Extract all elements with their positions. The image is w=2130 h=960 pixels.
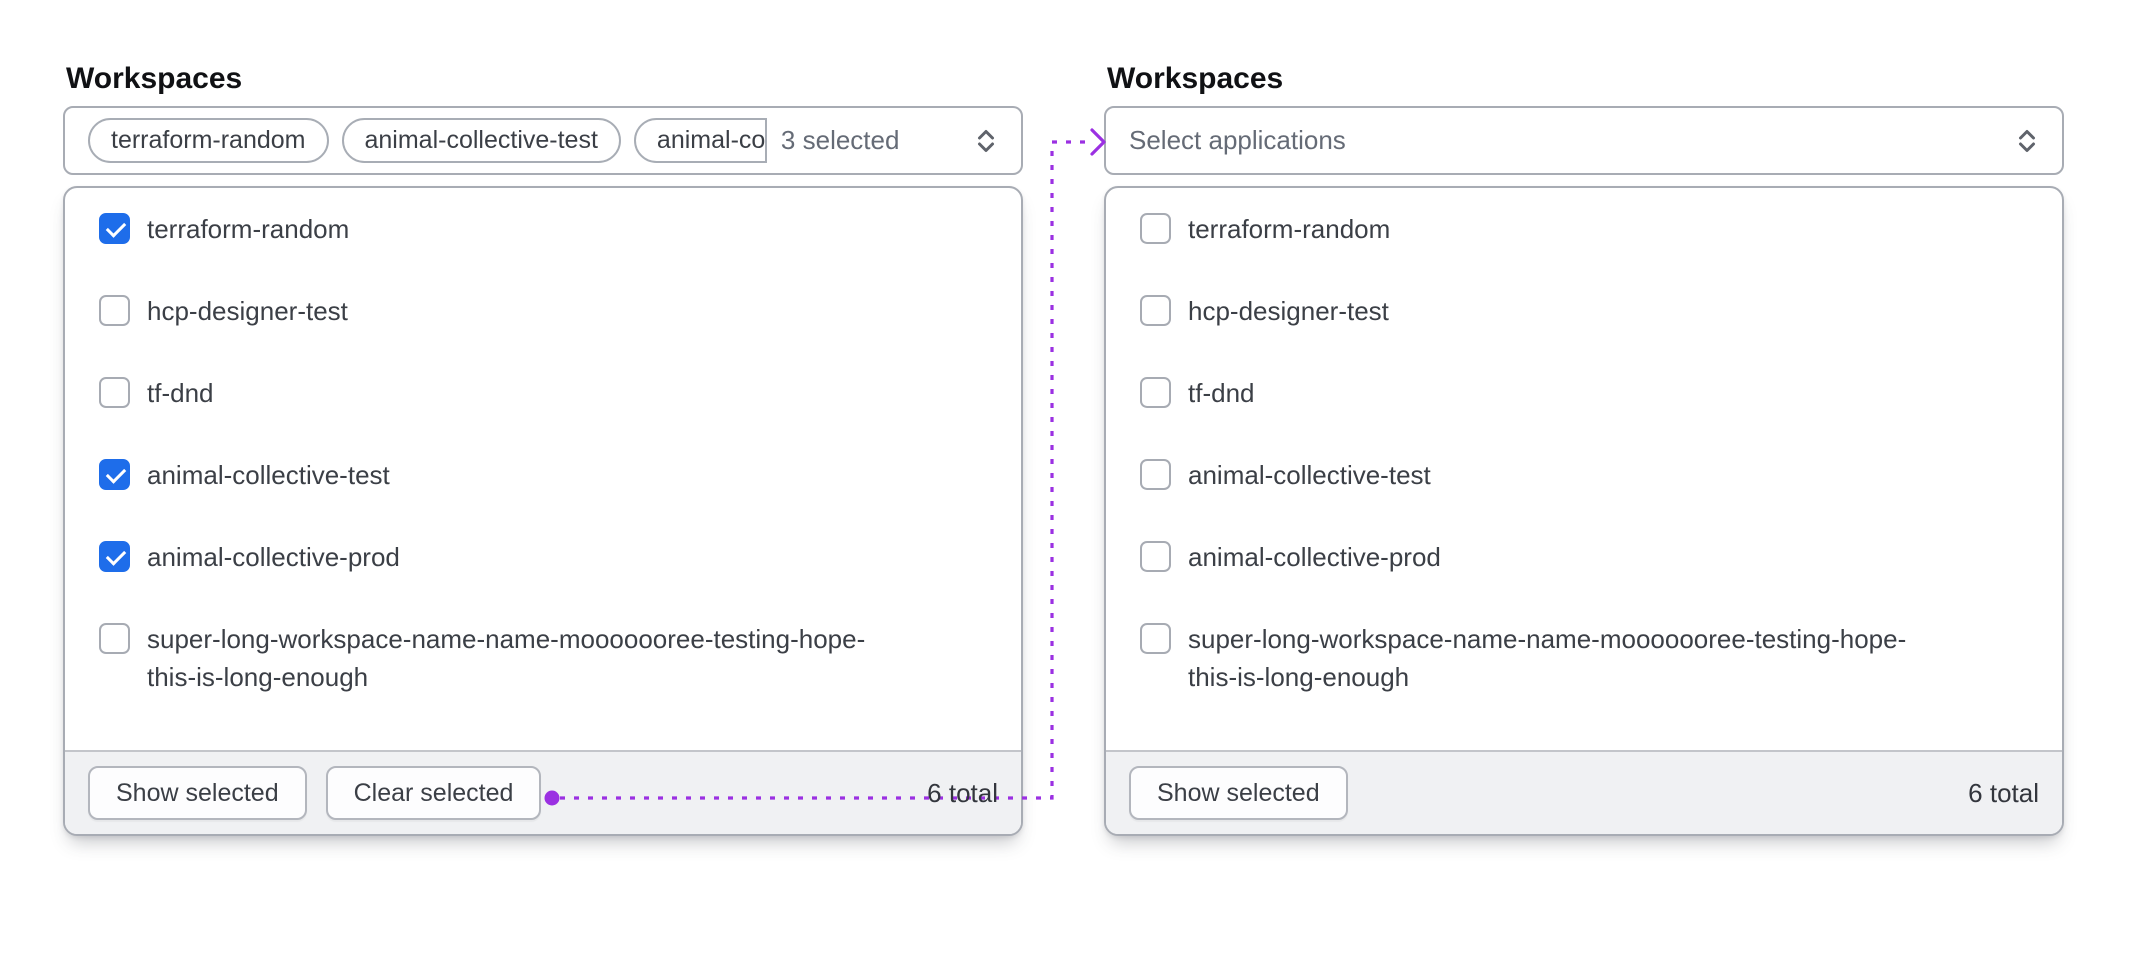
connector-arrowhead (1092, 130, 1104, 154)
checkbox[interactable] (99, 541, 130, 572)
checkbox[interactable] (1140, 295, 1171, 326)
option-row[interactable]: tf-dnd (65, 352, 1021, 434)
multiselect-dropdown-right: terraform-random hcp-designer-test tf-dn… (1104, 186, 2064, 836)
dropdown-footer: Show selected 6 total (1106, 750, 2062, 834)
multiselect-dropdown-left: terraform-random hcp-designer-test tf-dn… (63, 186, 1023, 836)
selected-pill[interactable]: terraform-random (88, 118, 329, 163)
checkbox[interactable] (1140, 213, 1171, 244)
show-selected-button[interactable]: Show selected (1129, 766, 1348, 820)
option-label: terraform-random (1188, 210, 1390, 248)
checkbox[interactable] (99, 623, 130, 654)
option-label: animal-collective-prod (1188, 538, 1441, 576)
checkbox[interactable] (1140, 377, 1171, 408)
workspaces-label-right: Workspaces (1107, 62, 1283, 96)
option-label: tf-dnd (1188, 374, 1255, 412)
option-label: animal-collective-test (147, 456, 390, 494)
options-list: terraform-random hcp-designer-test tf-dn… (1106, 188, 2062, 750)
selected-count-text: 3 selected (781, 125, 900, 156)
option-label: tf-dnd (147, 374, 214, 412)
option-row[interactable]: hcp-designer-test (1106, 270, 2062, 352)
option-row[interactable]: animal-collective-prod (65, 516, 1021, 598)
multiselect-trigger-right[interactable]: Select applications (1104, 106, 2064, 175)
checkbox[interactable] (1140, 459, 1171, 490)
clear-selected-button[interactable]: Clear selected (326, 766, 542, 820)
workspaces-label-left: Workspaces (66, 62, 242, 96)
option-row[interactable]: animal-collective-test (1106, 434, 2062, 516)
option-label: super-long-workspace-name-name-moooooore… (1188, 620, 1938, 696)
checkbox[interactable] (99, 295, 130, 326)
page: Workspaces terraform-random animal-colle… (0, 0, 2130, 960)
option-row[interactable]: super-long-workspace-name-name-moooooore… (65, 598, 1021, 696)
option-label: animal-collective-prod (147, 538, 400, 576)
option-label: terraform-random (147, 210, 349, 248)
checkbox[interactable] (99, 459, 130, 490)
option-row[interactable]: terraform-random (1106, 188, 2062, 270)
option-row[interactable]: tf-dnd (1106, 352, 2062, 434)
checkbox[interactable] (99, 377, 130, 408)
chevron-up-down-icon (2012, 126, 2042, 156)
option-row[interactable]: animal-collective-test (65, 434, 1021, 516)
option-row[interactable]: super-long-workspace-name-name-moooooore… (1106, 598, 2062, 696)
placeholder-text: Select applications (1129, 125, 1346, 156)
option-label: animal-collective-test (1188, 456, 1431, 494)
show-selected-button[interactable]: Show selected (88, 766, 307, 820)
selected-pill[interactable]: animal-collective-test (342, 118, 621, 163)
checkbox[interactable] (1140, 541, 1171, 572)
option-label: hcp-designer-test (1188, 292, 1389, 330)
option-row[interactable]: animal-collective-prod (1106, 516, 2062, 598)
checkbox[interactable] (1140, 623, 1171, 654)
total-count-text: 6 total (927, 778, 998, 809)
selected-pill-truncated-label: animal-collective-prod (636, 126, 767, 155)
chevron-up-down-icon (971, 126, 1001, 156)
option-label: hcp-designer-test (147, 292, 348, 330)
dropdown-footer: Show selected Clear selected 6 total (65, 750, 1021, 834)
option-row[interactable]: terraform-random (65, 188, 1021, 270)
option-row[interactable]: hcp-designer-test (65, 270, 1021, 352)
options-list: terraform-random hcp-designer-test tf-dn… (65, 188, 1021, 750)
selected-pill-truncated[interactable]: animal-collective-prod (634, 118, 767, 163)
total-count-text: 6 total (1968, 778, 2039, 809)
checkbox[interactable] (99, 213, 130, 244)
option-label: super-long-workspace-name-name-moooooore… (147, 620, 897, 696)
multiselect-trigger-left[interactable]: terraform-random animal-collective-test … (63, 106, 1023, 175)
